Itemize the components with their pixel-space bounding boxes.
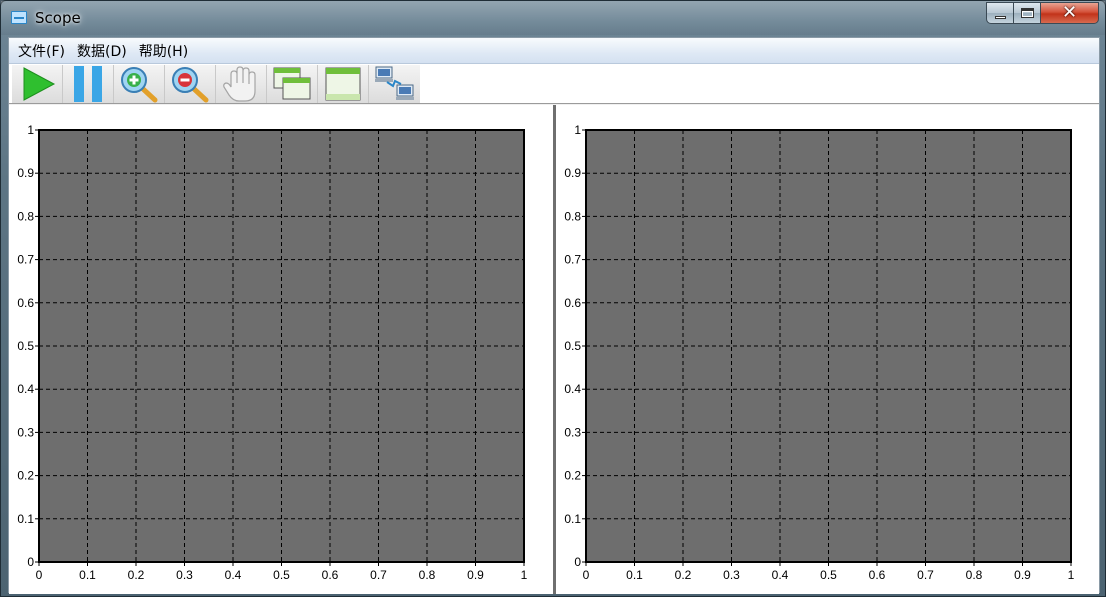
maximize-icon xyxy=(1020,8,1034,18)
play-button[interactable] xyxy=(12,65,63,103)
x-tick-label: 0.6 xyxy=(869,568,886,582)
y-tick-label: 0.6 xyxy=(564,296,581,310)
zoom-in-icon xyxy=(121,67,158,103)
x-tick-label: 0.7 xyxy=(917,568,934,582)
pause-icon xyxy=(74,66,102,102)
zoom-out-icon xyxy=(172,67,209,103)
y-tick-label: 0.4 xyxy=(564,382,581,396)
minimize-button[interactable] xyxy=(986,2,1014,24)
app-icon xyxy=(11,11,27,24)
zoom-in-button[interactable] xyxy=(114,65,165,103)
left-plot-panel[interactable]: 0 0.1 0.2 0.3 0.4 0.5 0.6 0.7 0.8 0.9 1 0 0.1 0.2 0.3 0… xyxy=(9,105,553,594)
menu-file[interactable]: 文件(F) xyxy=(12,39,71,63)
y-tick-label: 1 xyxy=(27,123,34,137)
pan-button[interactable] xyxy=(216,65,267,103)
network-button[interactable] xyxy=(369,65,420,103)
y-tick-label: 0.1 xyxy=(564,512,581,526)
x-tick-label: 0.8 xyxy=(966,568,983,582)
x-tick-label: 0.5 xyxy=(273,568,290,582)
scope-window: Scope ✕ 文件(F) 数据(D) 帮助(H) 0 0.1 0.2 0.3 … xyxy=(0,0,1106,597)
x-tick-label: 0.7 xyxy=(370,568,387,582)
right-scope-chart[interactable]: 0 0.1 0.2 0.3 0.4 0.5 0.6 0.7 0.8 0.9 1 0 0.1 0.2 0.3 0… xyxy=(556,105,1099,594)
y-tick-label: 0.7 xyxy=(564,253,581,267)
x-tick-label: 0.1 xyxy=(626,568,643,582)
y-tick-label: 0.9 xyxy=(564,166,581,180)
multi-window-button[interactable] xyxy=(267,65,318,103)
y-tick-label: 0.5 xyxy=(564,339,581,353)
right-plot-panel[interactable]: 0 0.1 0.2 0.3 0.4 0.5 0.6 0.7 0.8 0.9 1 0 0.1 0.2 0.3 0… xyxy=(556,105,1099,594)
x-tick-label: 1 xyxy=(1068,568,1075,582)
x-tick-label: 0.3 xyxy=(723,568,740,582)
window-title: Scope xyxy=(35,9,81,27)
minimize-icon xyxy=(994,15,1006,19)
close-icon: ✕ xyxy=(1061,2,1078,23)
x-tick-label: 0.9 xyxy=(1014,568,1031,582)
y-tick-label: 0.7 xyxy=(17,253,34,267)
hand-pan-icon xyxy=(223,66,256,102)
y-tick-label: 0.2 xyxy=(17,469,34,483)
x-tick-label: 0.4 xyxy=(225,568,242,582)
multi-window-icon xyxy=(273,67,311,100)
x-tick-label: 1 xyxy=(521,568,528,582)
single-window-button[interactable] xyxy=(318,65,369,103)
y-tick-label: 0 xyxy=(574,555,581,569)
x-tick-label: 0.6 xyxy=(322,568,339,582)
single-window-icon xyxy=(325,67,361,101)
x-tick-label: 0.1 xyxy=(79,568,96,582)
y-tick-label: 0.3 xyxy=(17,425,34,439)
y-tick-label: 0 xyxy=(27,555,34,569)
toolbar-buttons xyxy=(12,65,420,103)
toolbar xyxy=(9,64,1099,104)
y-tick-label: 0.4 xyxy=(17,382,34,396)
y-tick-label: 0.6 xyxy=(17,296,34,310)
y-tick-label: 0.8 xyxy=(17,209,34,223)
y-tick-label: 0.8 xyxy=(564,209,581,223)
x-tick-label: 0.2 xyxy=(128,568,145,582)
maximize-button[interactable] xyxy=(1014,2,1041,24)
client-area: 文件(F) 数据(D) 帮助(H) 0 0.1 0.2 0.3 0.4 0.5 … xyxy=(8,37,1100,594)
zoom-out-button[interactable] xyxy=(165,65,216,103)
y-tick-label: 0.1 xyxy=(17,512,34,526)
menu-help[interactable]: 帮助(H) xyxy=(133,39,194,63)
left-scope-chart[interactable]: 0 0.1 0.2 0.3 0.4 0.5 0.6 0.7 0.8 0.9 1 0 0.1 0.2 0.3 0… xyxy=(9,105,553,594)
y-tick-label: 0.2 xyxy=(564,469,581,483)
plot-area: 0 0.1 0.2 0.3 0.4 0.5 0.6 0.7 0.8 0.9 1 0 0.1 0.2 0.3 0… xyxy=(9,105,1099,594)
y-tick-label: 0.9 xyxy=(17,166,34,180)
network-computers-icon xyxy=(374,66,414,100)
x-tick-label: 0.2 xyxy=(675,568,692,582)
window-controls: ✕ xyxy=(986,2,1099,24)
x-tick-label: 0.3 xyxy=(176,568,193,582)
x-tick-label: 0.5 xyxy=(820,568,837,582)
x-tick-label: 0.9 xyxy=(467,568,484,582)
x-tick-label: 0 xyxy=(583,568,590,582)
x-tick-label: 0 xyxy=(36,568,43,582)
close-button[interactable]: ✕ xyxy=(1041,2,1099,24)
title-bar[interactable]: Scope ✕ xyxy=(1,1,1105,35)
y-tick-label: 0.5 xyxy=(17,339,34,353)
menu-bar: 文件(F) 数据(D) 帮助(H) xyxy=(9,38,1099,64)
play-icon xyxy=(23,67,56,101)
menu-data[interactable]: 数据(D) xyxy=(71,39,133,63)
y-tick-label: 1 xyxy=(574,123,581,137)
x-tick-label: 0.4 xyxy=(772,568,789,582)
pause-button[interactable] xyxy=(63,65,114,103)
x-tick-label: 0.8 xyxy=(419,568,436,582)
y-tick-label: 0.3 xyxy=(564,425,581,439)
